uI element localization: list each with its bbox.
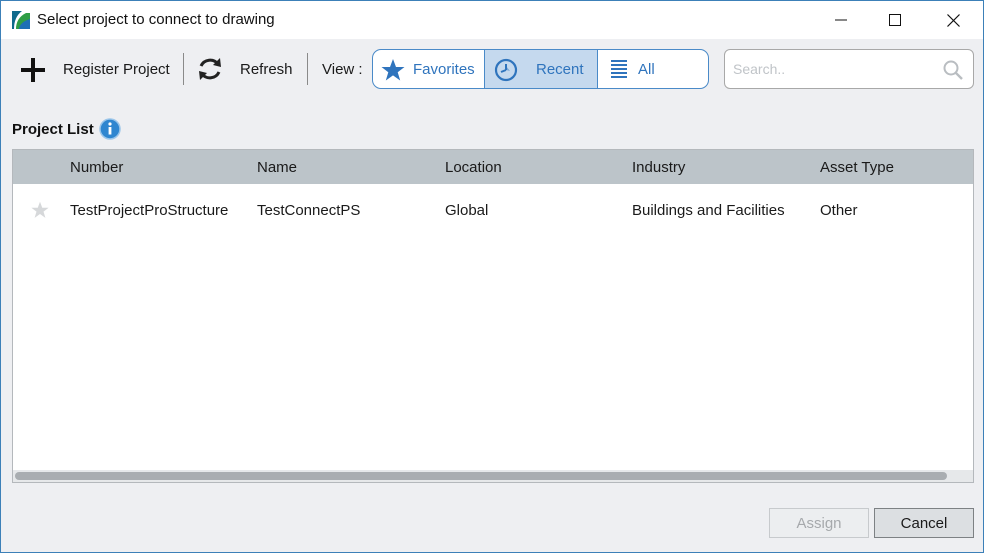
toolbar-separator (183, 53, 184, 85)
toolbar-separator (307, 53, 308, 85)
column-header-name[interactable]: Name (257, 159, 297, 176)
info-icon[interactable] (99, 118, 121, 140)
column-header-number[interactable]: Number (70, 159, 123, 176)
view-label: View : (322, 61, 363, 78)
maximize-button[interactable] (872, 1, 918, 39)
register-project-button[interactable]: Register Project (63, 61, 170, 78)
view-all-label: All (638, 61, 655, 78)
horizontal-scrollbar[interactable] (13, 470, 973, 482)
toolbar: Register Project Refresh View : Favorite… (1, 39, 983, 99)
project-grid: Number Name Location Industry Asset Type… (12, 149, 974, 483)
column-header-industry[interactable]: Industry (632, 159, 685, 176)
grid-header: Number Name Location Industry Asset Type (13, 150, 973, 184)
refresh-button[interactable]: Refresh (240, 61, 293, 78)
cell-number: TestProjectProStructure (70, 202, 229, 219)
close-icon (946, 13, 960, 27)
plus-icon[interactable] (19, 56, 47, 84)
table-row[interactable]: TestProjectProStructure TestConnectPS Gl… (13, 184, 973, 236)
project-list-title: Project List (12, 121, 94, 138)
window-title: Select project to connect to drawing (37, 11, 275, 28)
search-box (724, 49, 974, 89)
cancel-button[interactable]: Cancel (874, 508, 974, 538)
title-bar: Select project to connect to drawing (1, 1, 983, 39)
refresh-icon[interactable] (196, 55, 224, 83)
dialog-window: Select project to connect to drawing Reg… (0, 0, 984, 553)
view-recent-button[interactable]: Recent (485, 50, 597, 88)
assign-button[interactable]: Assign (769, 508, 869, 538)
list-icon (609, 58, 633, 82)
column-header-location[interactable]: Location (445, 159, 502, 176)
view-favorites-button[interactable]: Favorites (373, 50, 484, 88)
view-recent-label: Recent (536, 61, 584, 78)
minimize-icon (835, 19, 847, 21)
minimize-button[interactable] (818, 1, 864, 39)
star-icon (381, 58, 405, 82)
cell-asset-type: Other (820, 202, 858, 219)
view-toggle-group: Favorites Recent All (372, 49, 709, 89)
clock-icon (494, 58, 518, 82)
view-all-button[interactable]: All (598, 50, 708, 88)
cell-location: Global (445, 202, 489, 219)
cell-industry: Buildings and Facilities (632, 202, 785, 219)
maximize-icon (889, 14, 901, 26)
scrollbar-thumb[interactable] (15, 472, 947, 480)
column-header-asset-type[interactable]: Asset Type (820, 159, 894, 176)
search-input[interactable] (733, 59, 933, 79)
app-logo-icon (10, 9, 32, 31)
view-favorites-label: Favorites (413, 61, 475, 78)
cell-name: TestConnectPS (257, 202, 361, 219)
favorite-star-icon[interactable] (31, 201, 49, 219)
close-button[interactable] (930, 1, 976, 39)
search-icon[interactable] (942, 59, 964, 81)
